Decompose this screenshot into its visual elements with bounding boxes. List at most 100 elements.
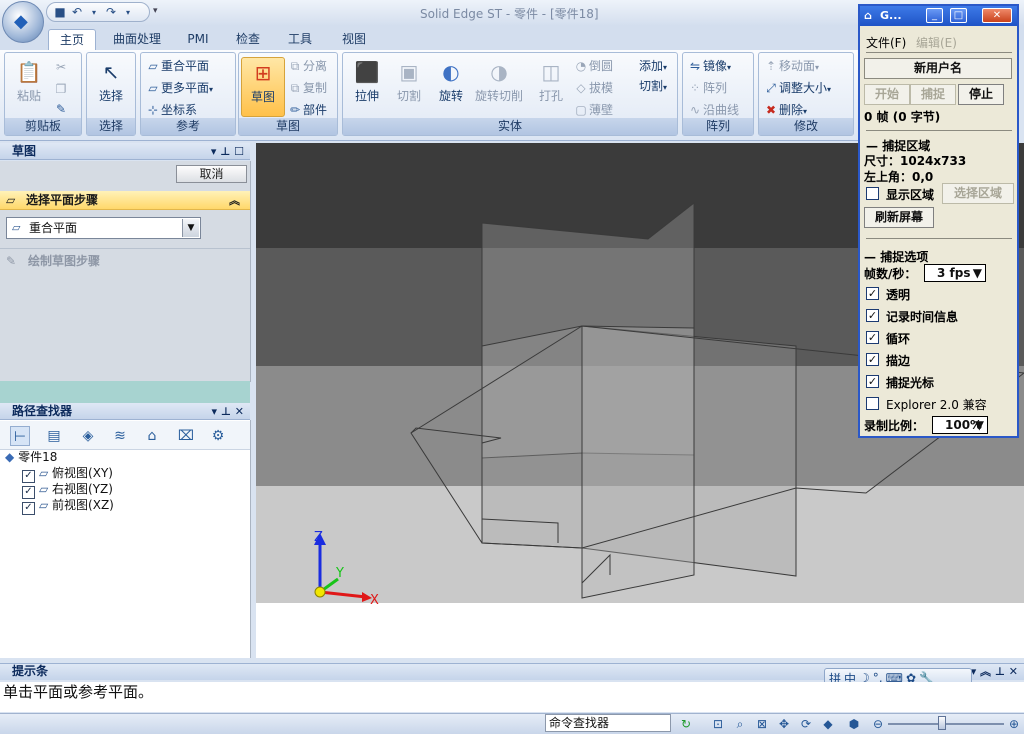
- explorer-compat-checkbox[interactable]: [866, 397, 879, 410]
- layers-icon[interactable]: ≋: [110, 426, 130, 446]
- pan-icon[interactable]: ✥: [776, 716, 792, 732]
- customize-qat-icon[interactable]: ▾: [153, 6, 158, 16]
- capture-restore-icon[interactable]: □: [950, 8, 967, 23]
- revolve-button[interactable]: ◐ 旋转: [429, 57, 473, 117]
- capture-button[interactable]: 捕捉: [910, 84, 956, 105]
- pane-splitter[interactable]: [0, 381, 250, 403]
- border-checkbox[interactable]: [866, 353, 879, 366]
- view-cube-icon[interactable]: ◆: [820, 716, 836, 732]
- tree-item-top-view[interactable]: ▱ 俯视图(XY): [22, 466, 113, 483]
- capture-minimize-icon[interactable]: _: [926, 8, 943, 23]
- tab-pmi[interactable]: PMI: [180, 29, 216, 50]
- select-plane-step-header[interactable]: ▱ 选择平面步骤 ︽: [0, 191, 250, 210]
- start-button[interactable]: 开始: [864, 84, 910, 105]
- save-icon[interactable]: ■: [53, 5, 67, 19]
- undo-dropdown-icon[interactable]: ▾: [87, 8, 101, 17]
- round-button[interactable]: ◔ 倒圆: [573, 56, 613, 76]
- sketch-button[interactable]: ⊞ 草图: [241, 57, 285, 117]
- collapse-icon[interactable]: ︽: [229, 191, 240, 210]
- paste-button[interactable]: 📋 粘贴: [7, 57, 51, 117]
- rotate-icon[interactable]: ⟳: [798, 716, 814, 732]
- capture-cursor-checkbox[interactable]: [866, 375, 879, 388]
- tree-view-icon[interactable]: ⊢: [10, 426, 30, 446]
- cancel-button[interactable]: 取消: [176, 165, 247, 183]
- tree-root[interactable]: ◆ 零件18: [5, 450, 57, 465]
- application-menu-button[interactable]: ◆: [2, 1, 44, 43]
- refresh-icon[interactable]: ↻: [678, 716, 694, 732]
- tab-tools[interactable]: 工具: [280, 29, 320, 50]
- menu-file[interactable]: 文件(F): [866, 34, 906, 51]
- part-button[interactable]: ✏ 部件: [287, 100, 327, 120]
- center-plane[interactable]: [581, 325, 695, 599]
- transparent-checkbox[interactable]: [866, 287, 879, 300]
- add-button[interactable]: 添加▾: [639, 56, 667, 76]
- tab-surfacing[interactable]: 曲面处理: [106, 29, 168, 50]
- scale-select[interactable]: 100% ▼: [932, 416, 988, 434]
- draft-button[interactable]: ◇ 拔模: [573, 78, 613, 98]
- select-region-button[interactable]: 选择区域: [942, 183, 1014, 204]
- tab-inspect[interactable]: 检查: [228, 29, 268, 50]
- render-icon[interactable]: ⬢: [846, 716, 862, 732]
- pane-controls[interactable]: ▾ ⊥ ☐: [211, 143, 244, 160]
- zoom-out-icon[interactable]: ⊖: [870, 716, 886, 732]
- loop-checkbox[interactable]: [866, 331, 879, 344]
- capture-title-bar[interactable]: ⌂ G... _ □ ✕: [860, 6, 1017, 26]
- zoom-slider-thumb[interactable]: [938, 716, 946, 730]
- mirror-button[interactable]: ⇋ 镜像▾: [687, 56, 731, 76]
- zoom-area-icon[interactable]: ⊡: [710, 716, 726, 732]
- select-button[interactable]: ↖ 选择: [89, 57, 133, 117]
- pattern-button[interactable]: ⁘ 阵列: [687, 78, 727, 98]
- copy-button[interactable]: ❐: [53, 79, 69, 99]
- zoom-icon[interactable]: ⌕: [732, 716, 748, 732]
- user-name-field[interactable]: 新用户名: [864, 58, 1012, 79]
- along-curve-button[interactable]: ∿ 沿曲线: [687, 100, 739, 120]
- coordinate-system-button[interactable]: ⊹ 坐标系: [145, 100, 197, 120]
- zoom-slider-track[interactable]: [888, 723, 1004, 725]
- copy-sketch-button[interactable]: ⧉ 复制: [287, 78, 327, 98]
- tab-view[interactable]: 视图: [332, 29, 376, 50]
- hole-button[interactable]: ◫ 打孔: [529, 57, 573, 117]
- command-finder-input[interactable]: 命令查找器: [545, 714, 671, 732]
- cut-button[interactable]: ✂: [53, 57, 69, 77]
- tree-item-right-view[interactable]: ▱ 右视图(YZ): [22, 482, 113, 499]
- stop-button[interactable]: 停止: [958, 84, 1004, 105]
- redo-dropdown-icon[interactable]: ▾: [121, 8, 135, 17]
- menu-edit[interactable]: 编辑(E): [916, 34, 957, 51]
- resize-button[interactable]: ⤢ 调整大小▾: [763, 78, 831, 98]
- tab-home[interactable]: 主页: [48, 29, 96, 51]
- cut-feature-button[interactable]: ▣ 切割: [387, 57, 431, 117]
- undo-icon[interactable]: ↶: [70, 5, 84, 19]
- more-planes-button[interactable]: ▱ 更多平面▾: [145, 78, 213, 98]
- cut-split-button[interactable]: 切割▾: [639, 76, 667, 96]
- move-face-button[interactable]: ⇡ 移动面▾: [763, 56, 819, 76]
- curve-icon: ∿: [689, 103, 701, 117]
- capture-close-icon[interactable]: ✕: [982, 8, 1012, 23]
- delete-button[interactable]: ✖ 删除▾: [763, 100, 807, 120]
- timestamp-checkbox[interactable]: [866, 309, 879, 322]
- features-icon[interactable]: ▤: [44, 426, 64, 446]
- fps-select[interactable]: 3 fps ▼: [924, 264, 986, 282]
- pane-controls[interactable]: ▾ ︽ ⊥ ✕: [971, 664, 1018, 679]
- fps-label: 帧数/秒：: [864, 267, 917, 281]
- format-painter-button[interactable]: ✎: [53, 99, 69, 119]
- sketches-icon[interactable]: ◈: [78, 426, 98, 446]
- chevron-down-icon[interactable]: ▼: [182, 219, 199, 237]
- relations-icon[interactable]: ⌂: [142, 426, 162, 446]
- origin-point: [314, 586, 326, 598]
- settings-icon[interactable]: ⚙: [208, 426, 228, 446]
- plane-option-select[interactable]: ▱ 重合平面 ▼: [6, 217, 201, 239]
- zoom-in-icon[interactable]: ⊕: [1006, 716, 1022, 732]
- redo-icon[interactable]: ↷: [104, 5, 118, 19]
- checkbox[interactable]: [22, 502, 35, 515]
- revolve-cut-button[interactable]: ◑ 旋转切削: [471, 57, 527, 117]
- coincident-plane-button[interactable]: ▱ 重合平面: [145, 56, 209, 76]
- refresh-screen-button[interactable]: 刷新屏幕: [864, 207, 934, 228]
- show-region-checkbox[interactable]: [866, 187, 879, 200]
- thin-wall-button[interactable]: ▢ 薄壁: [573, 100, 613, 120]
- pane-controls[interactable]: ▾ ⊥ ✕: [212, 403, 244, 420]
- fit-icon[interactable]: ⊠: [754, 716, 770, 732]
- extrude-button[interactable]: ⬛ 拉伸: [345, 57, 389, 117]
- tree-item-front-view[interactable]: ▱ 前视图(XZ): [22, 498, 114, 515]
- camera-icon[interactable]: ⌧: [176, 426, 196, 446]
- separate-button[interactable]: ⧉ 分离: [287, 56, 327, 76]
